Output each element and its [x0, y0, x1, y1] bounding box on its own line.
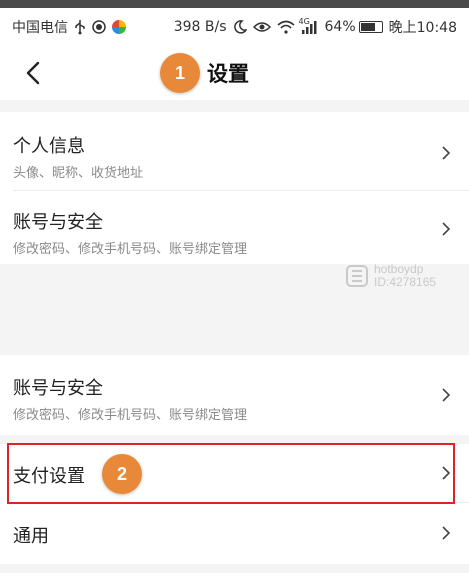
step-badge-2: 2 — [102, 454, 142, 494]
settings-group-profile: 个人信息 头像、昵称、收货地址 账号与安全 修改密码、修改手机号码、账号绑定管理 — [0, 112, 469, 264]
row-general[interactable]: 通用 — [0, 502, 469, 564]
battery-percent: 64% — [324, 19, 356, 35]
back-button[interactable] — [18, 58, 48, 88]
moon-icon — [233, 20, 247, 34]
settings-group-general: 支付设置 通用 — [0, 444, 469, 564]
network-speed: 398 B/s — [173, 19, 227, 35]
row-title: 支付设置 — [13, 466, 85, 487]
settings-group-account: 账号与安全 修改密码、修改手机号码、账号绑定管理 — [0, 355, 469, 435]
network-type: 4G — [298, 17, 310, 26]
watermark: hotboydp ID:4278165 — [345, 263, 436, 289]
row-payment-settings[interactable]: 支付设置 — [0, 444, 469, 502]
battery-indicator: 64% — [325, 19, 383, 35]
nav-bar: 设置 — [0, 46, 469, 100]
chevron-right-icon — [442, 146, 451, 160]
clock: 晚上10:48 — [388, 20, 457, 36]
eye-icon — [252, 21, 271, 33]
row-title: 通用 — [13, 526, 49, 547]
app-color-icon — [112, 20, 126, 34]
status-bar: 中国电信 398 B/s 4G 64% 晚上10:48 — [0, 8, 469, 46]
chevron-right-icon — [442, 388, 451, 402]
usb-icon — [74, 19, 86, 35]
record-icon — [92, 20, 106, 34]
row-account-security-top[interactable]: 账号与安全 修改密码、修改手机号码、账号绑定管理 — [0, 190, 469, 264]
row-subtitle: 头像、昵称、收货地址 — [13, 166, 144, 181]
row-title: 个人信息 — [13, 136, 85, 157]
chevron-right-icon — [442, 466, 451, 480]
top-edge — [0, 0, 469, 8]
watermark-id: ID:4278165 — [374, 275, 437, 289]
battery-icon — [358, 21, 383, 33]
chevron-right-icon — [442, 526, 451, 540]
row-subtitle: 修改密码、修改手机号码、账号绑定管理 — [13, 408, 248, 423]
watermark-logo-icon — [346, 265, 368, 287]
step-badge-1: 1 — [160, 53, 200, 93]
row-title: 账号与安全 — [13, 212, 103, 233]
row-title: 账号与安全 — [13, 378, 103, 399]
carrier-label: 中国电信 — [12, 20, 68, 36]
wifi-icon — [276, 20, 295, 34]
row-personal-info[interactable]: 个人信息 头像、昵称、收货地址 — [0, 112, 469, 190]
row-subtitle: 修改密码、修改手机号码、账号绑定管理 — [13, 242, 248, 257]
row-account-security[interactable]: 账号与安全 修改密码、修改手机号码、账号绑定管理 — [0, 355, 469, 435]
page-title: 设置 — [207, 62, 249, 86]
signal-icon: 4G — [298, 17, 319, 34]
chevron-right-icon — [442, 222, 451, 236]
chevron-left-icon — [26, 61, 40, 85]
